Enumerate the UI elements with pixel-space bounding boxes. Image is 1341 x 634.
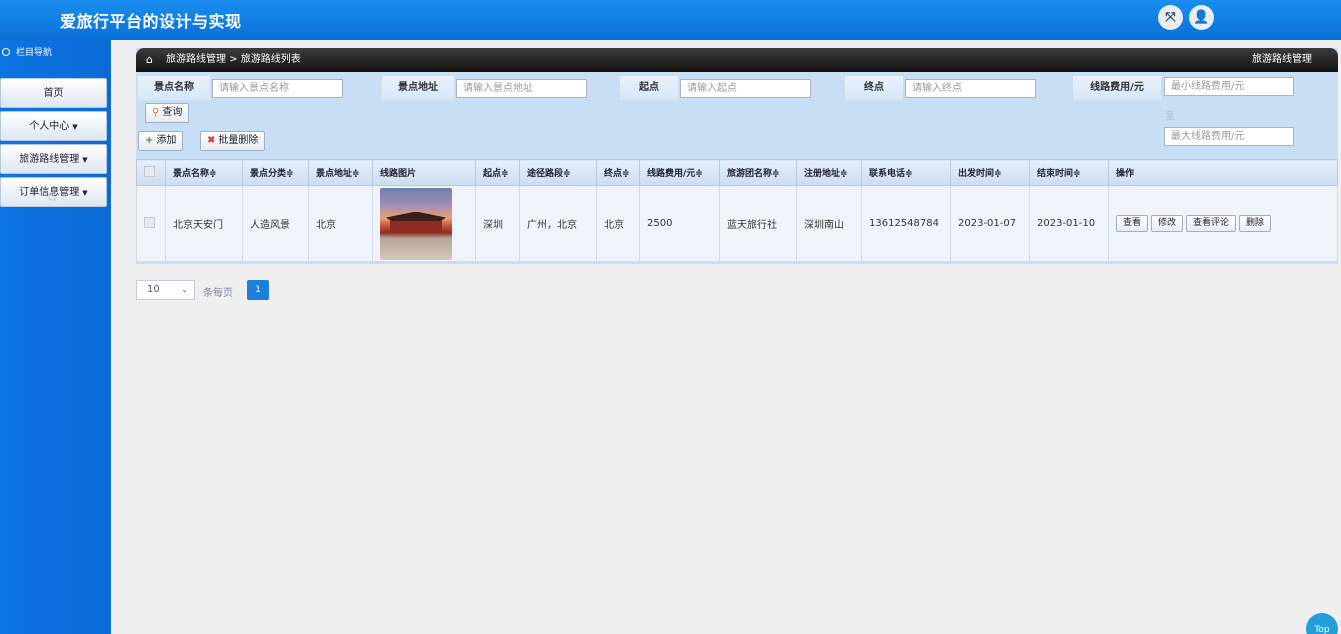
sidebar-item-route-management[interactable]: 旅游路线管理 ▼ bbox=[0, 144, 107, 174]
sidebar-heading: 栏目导航 bbox=[0, 40, 111, 66]
cell-phone: 13612548784 bbox=[861, 185, 951, 262]
search-icon: ⚲ bbox=[152, 107, 160, 118]
per-page-label: 条每页 bbox=[203, 288, 233, 299]
app-title: 爱旅行平台的设计与实现 bbox=[60, 12, 242, 31]
breadcrumb-path: 旅游路线管理 > 旅游路线列表 bbox=[166, 54, 301, 65]
label-spot-address: 景点地址 bbox=[382, 76, 454, 100]
view-comments-button[interactable]: 查看评论 bbox=[1186, 215, 1237, 232]
cell-actions: 查看 修改 查看评论 删除 bbox=[1108, 185, 1338, 262]
cell-depart: 2023-01-07 bbox=[950, 185, 1030, 262]
close-icon: ✖ bbox=[207, 135, 216, 146]
page-1-button[interactable]: 1 bbox=[247, 280, 269, 300]
col-header[interactable]: 线路费用/元≑ bbox=[639, 159, 720, 186]
col-header: 操作 bbox=[1108, 159, 1338, 186]
cell-start: 深圳 bbox=[475, 185, 520, 262]
row-select-cell[interactable] bbox=[136, 185, 166, 262]
route-table: 景点名称≑ 景点分类≑ 景点地址≑ 线路图片 起点≑ 途径路段≑ 终点≑ 线路费… bbox=[136, 159, 1338, 262]
range-to-label: 至 bbox=[1165, 111, 1175, 122]
spot-name-input[interactable] bbox=[212, 79, 343, 98]
page-size-select[interactable]: 10 ⌄ bbox=[136, 280, 195, 300]
cell-image bbox=[372, 185, 476, 262]
cell-group: 蓝天旅行社 bbox=[719, 185, 797, 262]
start-input[interactable] bbox=[680, 79, 811, 98]
table-row: 北京天安门 人造风景 北京 深圳 广州，北京 北京 2500 蓝天旅行社 深圳南… bbox=[136, 185, 1338, 262]
end-input[interactable] bbox=[905, 79, 1036, 98]
table-header-row: 景点名称≑ 景点分类≑ 景点地址≑ 线路图片 起点≑ 途径路段≑ 终点≑ 线路费… bbox=[136, 159, 1338, 186]
batch-delete-button[interactable]: ✖ 批量删除 bbox=[200, 131, 266, 151]
query-button[interactable]: ⚲ 查询 bbox=[145, 103, 190, 123]
cell-category: 人造风景 bbox=[242, 185, 309, 262]
sidebar-item-personal-center[interactable]: 个人中心 ▼ bbox=[0, 111, 107, 141]
checkbox[interactable] bbox=[144, 165, 155, 177]
cell-via: 广州，北京 bbox=[519, 185, 597, 262]
col-header[interactable]: 旅游团名称≑ bbox=[719, 159, 797, 186]
cell-spot-name: 北京天安门 bbox=[165, 185, 243, 262]
label-fee: 线路费用/元 bbox=[1073, 76, 1161, 100]
hand-cursor-icon: ☝ bbox=[48, 188, 57, 204]
fullscreen-icon[interactable]: ⤧ bbox=[1158, 5, 1183, 30]
col-header[interactable]: 景点分类≑ bbox=[242, 159, 309, 186]
cell-end: 北京 bbox=[596, 185, 640, 262]
user-icon[interactable]: 👤 bbox=[1189, 5, 1214, 30]
caret-down-icon: ▼ bbox=[72, 123, 78, 131]
col-header: 线路图片 bbox=[372, 159, 476, 186]
spot-address-input[interactable] bbox=[456, 79, 587, 98]
col-header[interactable]: 终点≑ bbox=[596, 159, 640, 186]
sidebar: 栏目导航 首页 个人中心 ▼ 旅游路线管理 ▼ 订单信息管理 ▼ bbox=[0, 40, 111, 634]
checkbox[interactable] bbox=[144, 216, 155, 228]
cell-address: 北京 bbox=[308, 185, 373, 262]
view-button[interactable]: 查看 bbox=[1116, 215, 1149, 232]
delete-button[interactable]: 删除 bbox=[1239, 215, 1272, 232]
label-end: 终点 bbox=[845, 76, 903, 100]
section-title: 旅游路线管理 bbox=[1252, 54, 1312, 65]
col-header[interactable]: 起点≑ bbox=[475, 159, 520, 186]
chevron-down-icon: ⌄ bbox=[181, 285, 188, 294]
col-header[interactable]: 途径路段≑ bbox=[519, 159, 597, 186]
sidebar-item-home[interactable]: 首页 bbox=[0, 78, 107, 108]
top-header: 爱旅行平台的设计与实现 ⤧ 👤 bbox=[0, 0, 1341, 40]
col-header[interactable]: 景点地址≑ bbox=[308, 159, 373, 186]
breadcrumb: ⌂ 旅游路线管理 > 旅游路线列表 旅游路线管理 bbox=[136, 48, 1338, 72]
cell-reg-address: 深圳南山 bbox=[796, 185, 862, 262]
nav-dot-icon bbox=[2, 48, 10, 56]
min-fee-input[interactable] bbox=[1164, 77, 1294, 96]
cell-fee: 2500 bbox=[639, 185, 720, 262]
back-to-top-button[interactable]: Top bbox=[1306, 613, 1338, 634]
cell-finish: 2023-01-10 bbox=[1029, 185, 1109, 262]
caret-down-icon: ▼ bbox=[82, 189, 88, 197]
caret-down-icon: ▼ bbox=[82, 156, 88, 164]
route-image[interactable] bbox=[380, 187, 452, 260]
home-icon[interactable]: ⌂ bbox=[146, 48, 153, 72]
label-spot-name: 景点名称 bbox=[138, 76, 210, 100]
select-all-header[interactable] bbox=[136, 159, 166, 186]
edit-button[interactable]: 修改 bbox=[1151, 215, 1184, 232]
max-fee-input[interactable] bbox=[1164, 127, 1294, 146]
label-start: 起点 bbox=[620, 76, 678, 100]
col-header[interactable]: 出发时间≑ bbox=[950, 159, 1030, 186]
col-header[interactable]: 联系电话≑ bbox=[861, 159, 951, 186]
col-header[interactable]: 景点名称≑ bbox=[165, 159, 243, 186]
col-header[interactable]: 注册地址≑ bbox=[796, 159, 862, 186]
col-header[interactable]: 结束时间≑ bbox=[1029, 159, 1109, 186]
plus-icon: + bbox=[145, 135, 154, 146]
add-button[interactable]: + 添加 bbox=[138, 131, 184, 151]
